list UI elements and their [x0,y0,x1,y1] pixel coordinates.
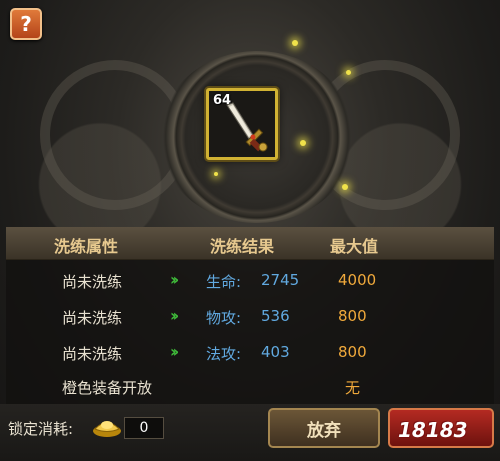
watermark-logo: 18183 [398,418,468,442]
sparkle-icon [214,172,218,176]
orange-unlock-max: 无 [345,379,361,397]
chevron-right-icon: ›› [170,270,179,289]
row-stat-name: 生命: [206,273,242,291]
sparkle-icon [342,184,348,190]
header-result: 洗练结果 [210,237,275,256]
gold-ingot-icon [93,421,121,437]
equipment-slot[interactable]: 64 [206,88,278,160]
row-stat-value: 2745 [261,271,300,289]
row-max-value: 800 [338,343,367,361]
help-label: ? [20,12,32,36]
sparkle-icon [292,40,298,46]
header-attribute: 洗练属性 [54,237,119,256]
lock-cost-label: 锁定消耗: [8,420,74,438]
sparkle-icon [300,140,306,146]
header-max: 最大值 [330,237,379,256]
orange-unlock-label: 橙色装备开放 [62,379,153,397]
abandon-label: 放弃 [307,420,341,441]
chevron-right-icon: ›› [170,342,179,361]
row-stat-value: 403 [261,343,290,361]
lock-cost-value: 0 [124,417,164,439]
sparkle-icon [346,70,351,75]
row-stat-name: 物攻: [206,309,242,327]
row-max-value: 4000 [338,271,377,289]
row-status: 尚未洗练 [62,345,123,363]
chevron-right-icon: ›› [170,306,179,325]
row-stat-value: 536 [261,307,290,325]
row-status: 尚未洗练 [62,309,123,327]
dagger-icon [226,102,268,152]
row-max-value: 800 [338,307,367,325]
help-button[interactable]: ? [10,8,42,40]
abandon-button[interactable]: 放弃 [268,408,380,448]
row-stat-name: 法攻: [206,345,242,363]
row-status: 尚未洗练 [62,273,123,291]
